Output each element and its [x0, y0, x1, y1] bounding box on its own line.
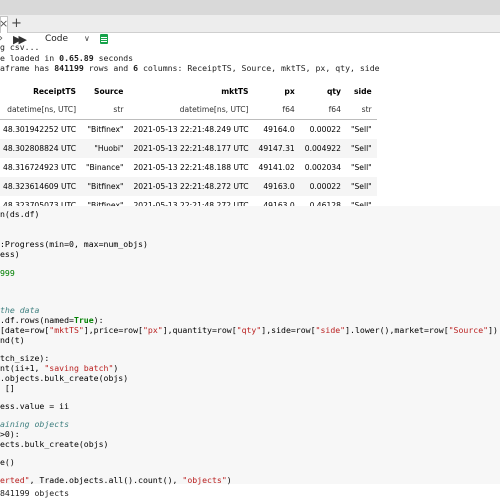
code-line[interactable]: :Progress(min=0, max=num_objs) [0, 239, 148, 250]
output-line-1: g csv... [0, 42, 40, 52]
code-line[interactable]: ess.value = ii [0, 401, 69, 412]
dtype-cell: str [345, 100, 377, 120]
table-cell: "Binance" [86, 163, 124, 172]
code-line[interactable]: ects.bulk_create(objs) [0, 439, 108, 450]
code-line[interactable]: .objects.bulk_create(objs) [0, 373, 128, 384]
column-header: ReceiptTS [33, 87, 77, 96]
code-line[interactable]: ess) [0, 249, 20, 260]
output-line-3: aframe has 841199 rows and 6 columns: Re… [0, 63, 380, 73]
table-cell: 48.316724923 UTC [3, 163, 77, 172]
table-row: 48.301942252 UTC "Bitfinex" 2021-05-13 2… [0, 120, 377, 140]
code-line[interactable]: [] [0, 383, 15, 394]
chevron-down-icon[interactable]: ∨ [84, 34, 90, 43]
dtype-cell: f64 [299, 100, 346, 120]
table-cell: "Sell" [350, 125, 372, 134]
table-cell: 49147.31 [253, 139, 300, 158]
column-header: side [353, 87, 372, 96]
table-cell: 2021-05-13 22:21:48.249 UTC [133, 125, 249, 134]
table-header-row: ReceiptTS Source mktTS px qty side [0, 83, 377, 100]
output-line-2: e loaded in 0.65.89 seconds [0, 53, 134, 63]
code-line[interactable]: e() [0, 457, 15, 468]
table-cell: 2021-05-13 22:21:48.188 UTC [133, 163, 249, 172]
table-cell: 0.00022 [309, 125, 341, 134]
table-cell: 0.00022 [299, 177, 346, 196]
table-cell: 2021-05-13 22:21:48.177 UTC [128, 139, 254, 158]
code-line[interactable]: 999 [0, 268, 15, 279]
tab-bar [0, 15, 500, 33]
table-cell: "Sell" [350, 163, 372, 172]
dtype-cell: datetime[ns, UTC] [128, 100, 254, 120]
code-line[interactable]: erted", Trade.objects.all().count(), "ob… [0, 475, 232, 486]
code-cell-input[interactable]: n(ds.df) :Progress(min=0, max=num_objs) … [0, 206, 500, 486]
table-cell: "Bitfinex" [87, 125, 124, 134]
final-output: 841199 objects [0, 486, 500, 500]
table-cell: 49164.0 [263, 125, 295, 134]
table-row: 48.316724923 UTC "Binance" 2021-05-13 22… [0, 158, 377, 177]
table-cell: 0.002034 [304, 163, 341, 172]
table-cell: "Sell" [345, 177, 377, 196]
dtype-cell: str [81, 100, 129, 120]
table-cell: 0.004922 [299, 139, 346, 158]
dataframe-table: ReceiptTS Source mktTS px qty side datet… [0, 83, 377, 215]
table-cell: 48.323614609 UTC [0, 177, 82, 196]
dtype-cell: datetime[ns, UTC] [0, 100, 82, 120]
close-tab-icon[interactable]: × [0, 18, 8, 30]
table-cell: "Sell" [345, 139, 377, 158]
code-line[interactable]: [date=row["mktTS"],price=row["px"],quant… [0, 325, 498, 336]
code-line[interactable]: nd(t) [0, 335, 25, 346]
table-dtype-row: datetime[ns, UTC] str datetime[ns, UTC] … [0, 100, 377, 120]
spreadsheet-icon[interactable] [100, 34, 108, 44]
column-header: mktTS [221, 87, 249, 96]
table-cell: 48.301942252 UTC [3, 125, 77, 134]
table-cell: 49163.0 [253, 177, 300, 196]
window-top-bar [0, 0, 500, 15]
final-output-text: 841199 objects [0, 488, 70, 498]
table-cell: "Bitfinex" [81, 177, 129, 196]
dtype-cell: f64 [253, 100, 300, 120]
table-cell: "Huobi" [81, 139, 129, 158]
table-cell: 48.302808824 UTC [0, 139, 82, 158]
column-header: qty [326, 87, 341, 96]
code-line[interactable]: n(ds.df) [0, 209, 39, 220]
cell-type-select[interactable]: Code [45, 34, 68, 44]
table-cell: 2021-05-13 22:21:48.272 UTC [128, 177, 254, 196]
add-tab-button[interactable]: + [11, 17, 22, 30]
table-cell: 49141.02 [258, 163, 295, 172]
table-row: 48.323614609 UTC "Bitfinex" 2021-05-13 2… [0, 177, 377, 196]
table-row: 48.302808824 UTC "Huobi" 2021-05-13 22:2… [0, 139, 377, 158]
column-header: px [284, 87, 295, 96]
column-header: Source [93, 87, 124, 96]
notebook-toolbar [0, 33, 500, 47]
